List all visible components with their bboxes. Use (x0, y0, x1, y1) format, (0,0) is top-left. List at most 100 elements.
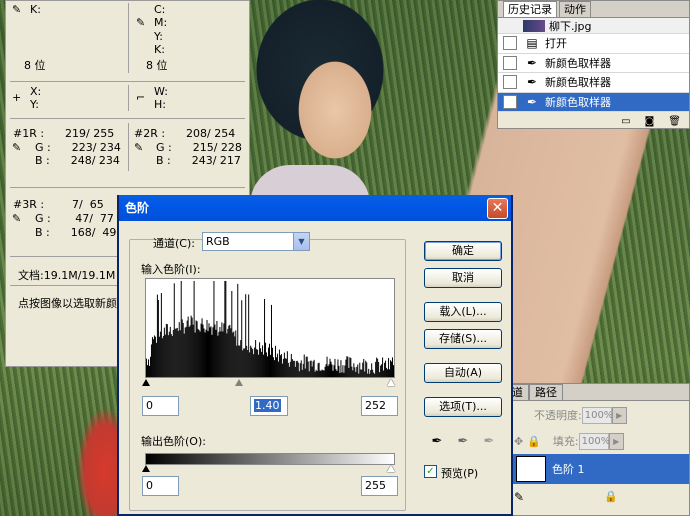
histogram-bar (170, 334, 172, 377)
selection-size-icon: ⌐ (136, 91, 146, 104)
histogram-bar (281, 363, 283, 377)
histogram-bar (292, 360, 294, 377)
histogram-bar (231, 290, 233, 377)
histogram-bar (199, 331, 201, 377)
histogram-bar (205, 329, 207, 377)
histogram-bar (198, 329, 200, 377)
output-black-field[interactable]: 0 (142, 476, 179, 496)
input-gamma-slider[interactable] (235, 379, 243, 386)
histogram-bar (375, 361, 377, 377)
histogram-bar (297, 362, 299, 377)
eyedropper-icon: ✎ (136, 16, 146, 29)
histogram-bar (167, 335, 169, 377)
history-row[interactable]: ▤ 打开 (498, 34, 689, 54)
histogram-bar (362, 362, 364, 377)
histogram-bar (196, 321, 198, 377)
histogram-bar (148, 365, 150, 377)
fill-row: ✥ 🔒 填充: 100% ▶ (504, 430, 689, 452)
histogram-bar (229, 324, 231, 377)
fill-arrow-icon[interactable]: ▶ (608, 432, 624, 450)
gray-eyedropper-icon[interactable]: ✒ (452, 431, 474, 453)
sampler3-r: #3R : 7/ 65 (13, 198, 104, 211)
histogram-bar (223, 323, 225, 377)
preview-checkbox[interactable]: ✓ (424, 465, 437, 478)
histogram-bar (241, 300, 243, 377)
chevron-down-icon[interactable]: ▼ (293, 233, 309, 250)
histogram-bar (171, 336, 173, 377)
tab-paths[interactable]: 路径 (529, 384, 563, 400)
history-row[interactable]: ✒ 新颜色取样器 (498, 73, 689, 93)
histogram-bar (387, 369, 389, 377)
histogram-bar (383, 370, 385, 377)
histogram-bar (218, 331, 220, 377)
histogram-bar (253, 354, 255, 377)
histogram-bar (330, 361, 332, 377)
cancel-button[interactable]: 取消 (424, 268, 502, 288)
history-brush-checkbox[interactable] (503, 94, 517, 109)
channel-select[interactable]: RGB ▼ (202, 232, 310, 251)
input-white-slider[interactable] (387, 379, 395, 386)
close-icon[interactable]: ✕ (487, 198, 508, 219)
bits-right: 8 位 (146, 59, 168, 72)
histogram-bar (185, 326, 187, 377)
histogram-bar (222, 331, 224, 377)
histogram-bar (354, 367, 356, 377)
white-eyedropper-icon[interactable]: ✒ (478, 431, 500, 453)
histogram-bar (374, 373, 376, 377)
dialog-titlebar[interactable]: 色阶 ✕ (119, 195, 511, 221)
histogram-bar (314, 371, 316, 377)
histogram-bar (163, 327, 165, 377)
history-brush-checkbox[interactable] (503, 55, 517, 70)
histogram-bar (274, 345, 276, 377)
history-snapshot[interactable]: 柳下.jpg (498, 18, 689, 34)
histogram-bar (172, 329, 174, 377)
history-row-selected[interactable]: ✒ 新颜色取样器 (498, 92, 689, 112)
output-white-slider[interactable] (387, 465, 395, 472)
histogram-bar (203, 328, 205, 377)
histogram-bar (322, 370, 324, 377)
opacity-field[interactable]: 100% (581, 406, 613, 424)
tab-actions[interactable]: 动作 (559, 1, 591, 17)
histogram-bar (310, 360, 312, 377)
output-levels-label: 输出色阶(O): (141, 435, 206, 448)
opacity-arrow-icon[interactable]: ▶ (611, 406, 627, 424)
histogram-bar (340, 360, 342, 377)
input-white-field[interactable]: 252 (361, 396, 398, 416)
histogram-bar (347, 356, 349, 377)
snapshot-icon[interactable]: ◙ (645, 116, 655, 127)
history-brush-checkbox[interactable] (503, 75, 517, 90)
histogram-bar (346, 356, 348, 377)
input-gamma-field[interactable]: 1.40 (250, 396, 288, 416)
histogram-bar (341, 372, 343, 377)
tab-history[interactable]: 历史记录 (503, 1, 557, 17)
move-icon[interactable]: ✥ (514, 435, 523, 448)
fx-icon[interactable]: ✎ (514, 490, 524, 504)
output-black-slider[interactable] (142, 465, 150, 472)
save-button[interactable]: 存储(S)... (424, 329, 502, 349)
ok-button[interactable]: 确定 (424, 241, 502, 261)
load-button[interactable]: 载入(L)... (424, 302, 502, 322)
color-sampler-icon: ✒ (526, 94, 538, 109)
sampler2-b: B : 243/ 217 (156, 154, 241, 167)
new-document-icon[interactable]: ▭ (621, 116, 630, 127)
output-white-field[interactable]: 255 (361, 476, 398, 496)
histogram-bar (182, 322, 184, 377)
lock-icon: 🔒 (604, 490, 618, 503)
lock-icon[interactable]: 🔒 (527, 435, 541, 448)
histogram-bar (216, 320, 218, 377)
histogram-bar (323, 370, 325, 377)
input-black-field[interactable]: 0 (142, 396, 179, 416)
input-black-slider[interactable] (142, 379, 150, 386)
black-eyedropper-icon[interactable]: ✒ (426, 431, 448, 453)
fill-field[interactable]: 100% (578, 432, 610, 450)
options-button[interactable]: 选项(T)... (424, 397, 502, 417)
history-brush-checkbox[interactable] (503, 36, 517, 51)
y-label: Y: (154, 30, 163, 43)
histogram-bar (276, 353, 278, 377)
auto-button[interactable]: 自动(A) (424, 363, 502, 383)
layer-row-selected[interactable]: 色阶 1 (504, 454, 689, 484)
history-row[interactable]: ✒ 新颜色取样器 (498, 53, 689, 73)
doc-size: 文档:19.1M/19.1M (18, 269, 116, 282)
histogram-bar (206, 319, 208, 377)
trash-icon[interactable]: 🗑 (668, 116, 681, 127)
